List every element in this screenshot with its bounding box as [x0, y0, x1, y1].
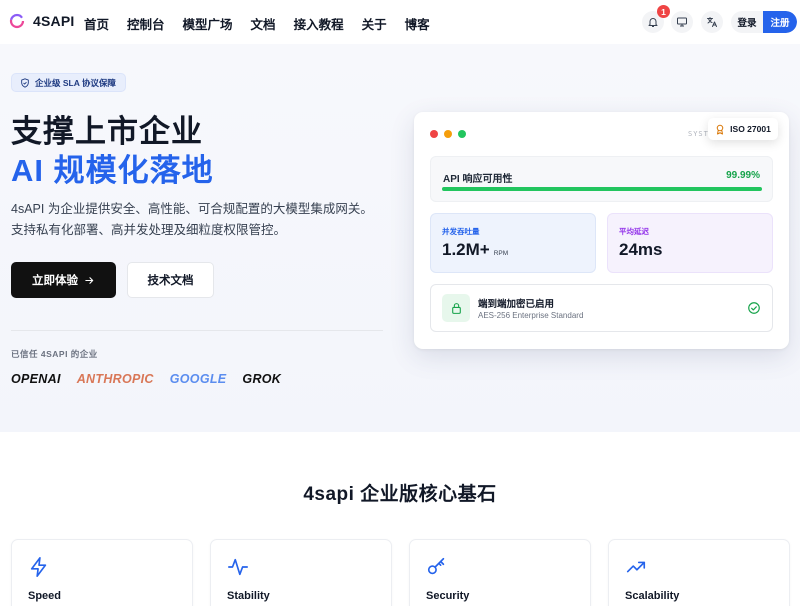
- translate-icon: [707, 17, 717, 27]
- status-card: SYSTE API 响应可用性 99.99% 并发吞吐量 1.2M+ RPM 平均…: [414, 112, 789, 349]
- language-button[interactable]: [701, 11, 723, 33]
- bell-icon: [648, 18, 658, 27]
- lock-icon-box: [442, 294, 470, 322]
- brand-grok: GROK: [242, 372, 282, 386]
- hero-title-line2: AI 规模化落地: [11, 153, 214, 188]
- brand-google: GOOGLE: [169, 372, 227, 386]
- brand-logo-icon[interactable]: [9, 13, 25, 29]
- trusted-label: 已信任 4SAPI 的企业: [11, 349, 98, 359]
- nav-model-plaza[interactable]: 模型广场: [183, 14, 233, 33]
- tech-docs-button[interactable]: 技术文档: [127, 262, 214, 298]
- window-dot-green: [458, 130, 466, 138]
- auth-buttons: 登录 注册: [731, 11, 797, 33]
- feature-title-scalability: Scalability: [625, 590, 680, 602]
- try-now-button[interactable]: 立即体验: [11, 262, 116, 298]
- sla-pill: 企业级 SLA 协议保障: [11, 73, 126, 92]
- display-button[interactable]: [671, 11, 693, 33]
- iso-badge: ISO 27001: [708, 118, 778, 140]
- feature-title-stability: Stability: [227, 590, 270, 602]
- availability-value: 99.99%: [726, 170, 760, 181]
- login-button[interactable]: 登录: [731, 11, 763, 33]
- availability-bar-fill: [442, 187, 762, 191]
- feature-title-security: Security: [426, 590, 470, 602]
- sla-pill-label: 企业级 SLA 协议保障: [35, 77, 116, 88]
- trending-up-icon: [626, 561, 646, 573]
- throughput-value-row: 1.2M+ RPM: [442, 240, 508, 260]
- window-dot-yellow: [444, 130, 452, 138]
- latency-value: 24ms: [619, 240, 663, 259]
- try-now-label: 立即体验: [32, 275, 78, 287]
- availability-panel: API 响应可用性 99.99%: [430, 156, 773, 202]
- hero-description: 4sAPI 为企业提供安全、高性能、可合规配置的大模型集成网关。支持私有化部署、…: [11, 202, 373, 237]
- feature-card-scalability[interactable]: Scalability: [608, 539, 790, 606]
- nav-blog[interactable]: 博客: [405, 14, 430, 33]
- brand-anthropic: ANTHROPIC: [76, 372, 154, 386]
- brand-name[interactable]: 4SAPI: [33, 13, 74, 29]
- trusted-brands: OPENAI ANTHROPIC GOOGLE GROK: [11, 372, 297, 386]
- hero-divider: [11, 330, 383, 331]
- feature-card-speed[interactable]: Speed: [11, 539, 193, 606]
- key-icon: [427, 557, 445, 575]
- check-circle-icon: [748, 302, 760, 314]
- throughput-panel: 并发吞吐量 1.2M+ RPM: [430, 213, 596, 273]
- availability-label: API 响应可用性: [443, 174, 513, 185]
- latency-label: 平均延迟: [619, 227, 649, 236]
- encryption-panel: 端到端加密已启用 AES-256 Enterprise Standard: [430, 284, 773, 332]
- feature-card-security[interactable]: Security: [409, 539, 591, 606]
- latency-panel: 平均延迟 24ms: [607, 213, 773, 273]
- nav-tutorial[interactable]: 接入教程: [294, 14, 344, 33]
- encryption-subtitle: AES-256 Enterprise Standard: [478, 311, 584, 320]
- feature-title-speed: Speed: [28, 590, 62, 602]
- notification-badge: 1: [657, 5, 670, 18]
- nav-docs[interactable]: 文档: [251, 14, 276, 33]
- feature-card-stability[interactable]: Stability: [210, 539, 392, 606]
- window-dot-red: [430, 130, 438, 138]
- nav-about[interactable]: 关于: [362, 14, 387, 33]
- brand-openai: OPENAI: [11, 372, 61, 386]
- top-navbar: 4SAPI 首页 控制台 模型广场 文档 接入教程 关于 博客 1 登录 注册: [0, 0, 800, 44]
- nav-home[interactable]: 首页: [84, 14, 109, 33]
- encryption-title: 端到端加密已启用: [478, 299, 555, 310]
- throughput-unit: RPM: [493, 250, 509, 257]
- shield-icon: [21, 77, 29, 88]
- nav-console[interactable]: 控制台: [127, 14, 165, 33]
- pulse-icon: [228, 558, 248, 576]
- availability-bar: [442, 187, 762, 191]
- features-section-title: 4sapi 企业版核心基石: [303, 484, 497, 505]
- arrow-right-icon: [85, 276, 94, 284]
- award-icon: [716, 124, 724, 134]
- monitor-icon: [677, 17, 687, 27]
- main-nav: 首页 控制台 模型广场 文档 接入教程 关于 博客: [84, 14, 448, 33]
- iso-badge-label: ISO 27001: [730, 124, 771, 134]
- lock-icon: [451, 302, 461, 314]
- throughput-label: 并发吞吐量: [442, 227, 480, 236]
- hero-section: 企业级 SLA 协议保障 支撑上市企业 AI 规模化落地 4sAPI 为企业提供…: [0, 44, 800, 432]
- throughput-value: 1.2M+: [442, 240, 490, 259]
- register-button[interactable]: 注册: [763, 11, 797, 33]
- lightning-icon: [30, 557, 47, 577]
